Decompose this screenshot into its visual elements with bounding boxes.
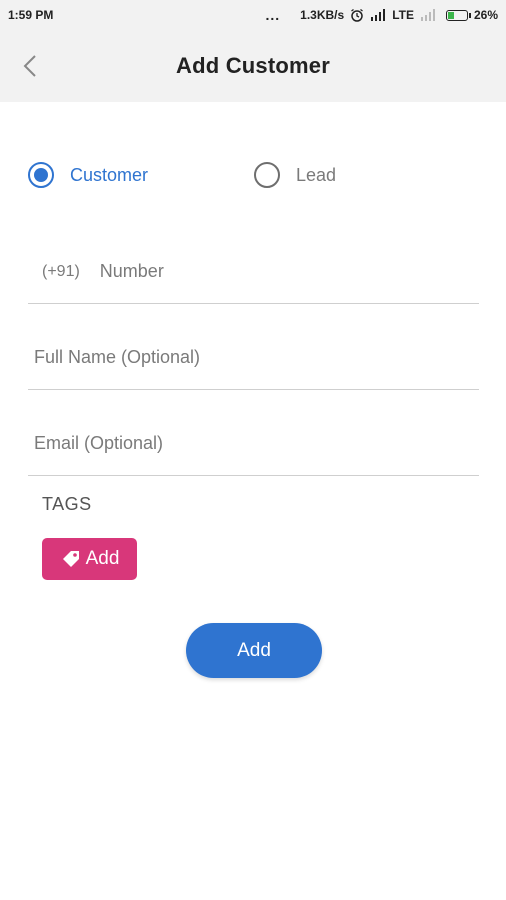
add-customer-label: Add	[237, 639, 271, 661]
status-time: 1:59 PM	[8, 8, 54, 22]
battery-icon	[445, 9, 471, 21]
full-name-input[interactable]	[34, 347, 479, 368]
network-speed: 1.3KB/s	[300, 8, 345, 22]
add-tag-button[interactable]: Add	[42, 538, 137, 580]
signal-weak-icon	[420, 9, 436, 21]
radio-checked-icon	[28, 162, 54, 188]
alarm-icon	[350, 8, 364, 22]
back-button[interactable]	[18, 51, 42, 81]
tag-icon	[62, 551, 79, 567]
country-code-prefix: (+91)	[42, 262, 80, 280]
tags-heading: TAGS	[42, 494, 92, 514]
network-type: LTE	[392, 8, 414, 22]
status-bar: 1:59 PM ... 1.3KB/s LTE 26%	[0, 0, 506, 30]
email-field	[28, 412, 479, 476]
page-title: Add Customer	[176, 53, 330, 78]
phone-field: (+91)	[28, 240, 479, 304]
add-tag-label: Add	[85, 548, 120, 569]
add-customer-button[interactable]: Add	[186, 623, 322, 678]
more-notifications-icon: ...	[265, 7, 281, 23]
status-icons: ... 1.3KB/s LTE 26%	[265, 7, 498, 23]
phone-input[interactable]	[99, 261, 479, 282]
name-field	[28, 326, 479, 390]
email-input[interactable]	[34, 433, 479, 454]
radio-lead-label: Lead	[296, 164, 337, 185]
chevron-left-icon	[23, 55, 36, 77]
signal-icon	[370, 9, 386, 21]
radio-customer-label: Customer	[70, 164, 149, 185]
radio-unchecked-icon	[254, 162, 280, 188]
battery-level: 26%	[473, 8, 498, 22]
app-bar: Add Customer	[0, 30, 506, 102]
customer-type-selector: Customer Lead	[28, 162, 336, 188]
radio-customer[interactable]: Customer	[28, 162, 148, 188]
radio-lead[interactable]: Lead	[254, 162, 336, 188]
